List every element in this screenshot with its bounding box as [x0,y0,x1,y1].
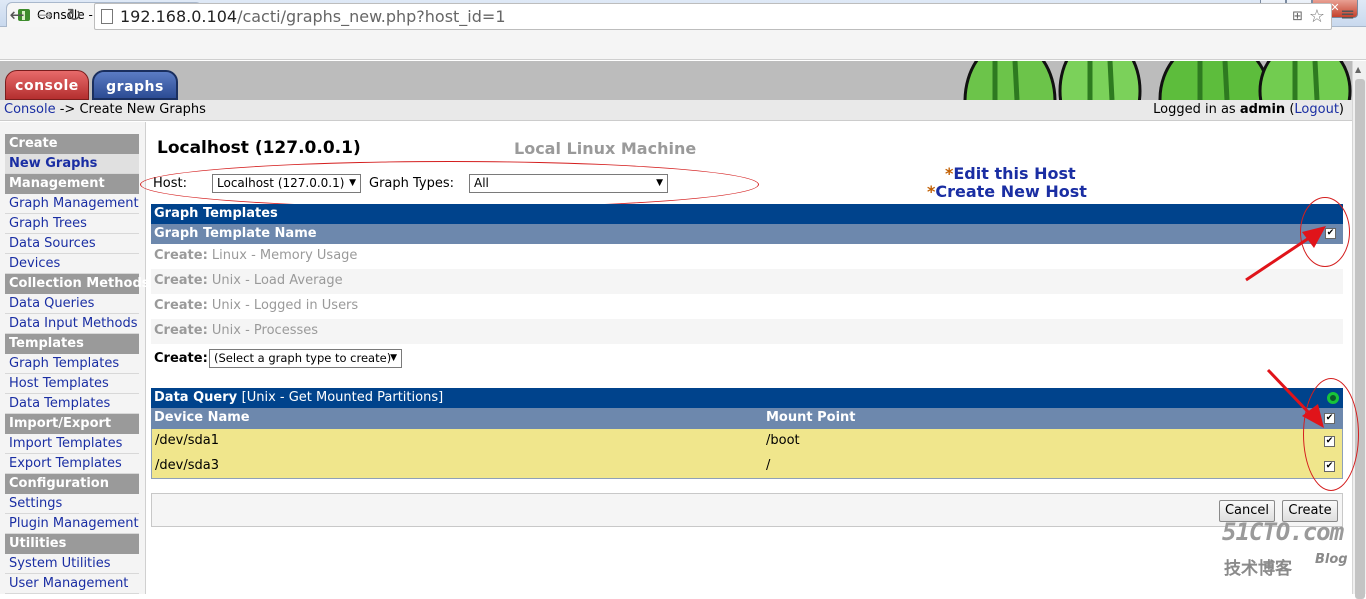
action-bar [151,493,1343,527]
logout-link[interactable]: Logout [1294,102,1339,117]
breadcrumb-console-link[interactable]: Console [4,102,56,117]
breadcrumb-current: -> Create New Graphs [55,102,206,117]
data-query-rows-border [151,429,1343,479]
annotation-ellipse [140,161,759,208]
breadcrumb: Console -> Create New Graphs [4,102,206,117]
sidebar-header-templates: Templates [5,334,139,354]
scroll-thumb[interactable] [1355,79,1365,599]
graph-template-row[interactable]: Create: Unix - Logged in Users [151,294,1343,319]
url-text[interactable]: 192.168.0.104/cacti/graphs_new.php?host_… [120,7,506,26]
sidebar-header-configuration: Configuration [5,474,139,494]
address-bar[interactable]: 192.168.0.104/cacti/graphs_new.php?host_… [94,3,1332,30]
sidebar-item-import-templates[interactable]: Import Templates [5,434,139,454]
graph-template-row[interactable]: Create: Unix - Load Average [151,269,1343,294]
graph-template-row[interactable]: Create: Linux - Memory Usage [151,244,1343,269]
row-checkbox[interactable]: ✔ [1324,436,1335,447]
sidebar-item-devices[interactable]: Devices [5,254,139,274]
row-checkbox[interactable]: ✔ [1324,461,1335,472]
data-query-header: Device Name Mount Point [151,408,1343,429]
back-arrow-icon[interactable]: ← [5,4,29,28]
sidebar-item-data-sources[interactable]: Data Sources [5,234,139,254]
host-title: Localhost (127.0.0.1) [157,138,361,158]
sidebar-item-export-templates[interactable]: Export Templates [5,454,139,474]
graph-template-row[interactable]: Create: Unix - Processes [151,319,1343,344]
create-host-link[interactable]: *Create New Host [927,182,1087,201]
sidebar-header-management: Management [5,174,139,194]
breadcrumb-bar: Console -> Create New Graphs Logged in a… [0,100,1352,121]
sidebar-header-create: Create [5,134,139,154]
reload-icon[interactable]: ↻ [62,4,86,28]
sidebar-item-graph-trees[interactable]: Graph Trees [5,214,139,234]
annotation-arrow-icon [1245,226,1326,282]
sidebar-header-collection-methods: Collection Methods [5,274,150,294]
browser-toolbar [0,27,1366,60]
create-graph-type-select[interactable]: (Select a graph type to create) ▼ [209,349,402,368]
create-label: Create: [154,351,208,366]
page-icon [101,9,113,24]
sidebar-item-data-input-methods[interactable]: Data Input Methods [5,314,139,334]
username: admin [1239,102,1286,117]
mount-point-header: Mount Point [766,410,856,425]
dropdown-arrow-icon: ▼ [390,353,397,363]
graph-template-name-header: Graph Template Name [151,224,1343,244]
cactus-logo-art [955,61,1352,100]
sidebar-item-graph-templates[interactable]: Graph Templates [5,354,139,374]
login-info: Logged in as admin (Logout) [1153,102,1344,117]
watermark-logo: 51CTO.com 技术博客 Blog [1222,518,1348,579]
sidebar-header-utilities: Utilities [5,534,139,554]
device-name-header: Device Name [154,410,250,425]
data-query-name: [Unix - Get Mounted Partitions] [241,390,444,405]
annotation-arrow-icon [1266,368,1324,428]
graph-templates-title: Graph Templates [151,204,1343,224]
sidebar-item-new-graphs[interactable]: New Graphs [5,154,139,174]
host-description: Local Linux Machine [514,139,697,158]
sidebar-item-user-management[interactable]: User Management [5,574,139,594]
sidebar-header-import-export: Import/Export [5,414,139,434]
sidebar: Create New Graphs Management Graph Manageme… [0,122,150,594]
edit-host-link[interactable]: *Edit this Host [945,164,1076,183]
forward-arrow-icon[interactable]: → [33,4,57,28]
sidebar-item-graph-management[interactable]: Graph Management [5,194,139,214]
bookmark-star-icon[interactable]: ☆ [1309,6,1325,27]
scroll-up-icon[interactable]: ▲ [1355,65,1361,74]
scrollbar[interactable]: ▲ [1352,61,1366,599]
sidebar-item-plugin-management[interactable]: Plugin Management [5,514,139,534]
sidebar-item-settings[interactable]: Settings [5,494,139,514]
tab-graphs[interactable]: graphs [92,70,178,100]
sidebar-item-data-templates[interactable]: Data Templates [5,394,139,414]
sidebar-item-host-templates[interactable]: Host Templates [5,374,139,394]
sidebar-item-system-utilities[interactable]: System Utilities [5,554,139,574]
translate-icon[interactable]: ⊞ [1292,9,1303,24]
sidebar-item-data-queries[interactable]: Data Queries [5,294,139,314]
data-query-title: Data Query [Unix - Get Mounted Partition… [151,388,1343,408]
browser-menu-icon[interactable]: ≡ [1340,4,1355,25]
tab-console[interactable]: console [5,70,89,100]
